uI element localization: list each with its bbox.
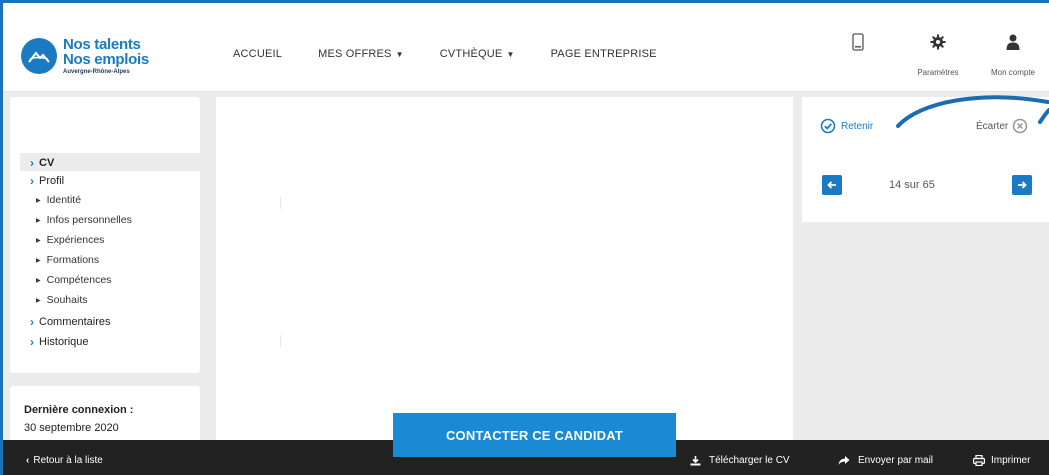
sidebar-sub-experiences[interactable]: ▶ Expériences xyxy=(36,234,104,246)
last-login-date: 30 septembre 2020 xyxy=(24,422,119,434)
back-to-list-link[interactable]: ‹ Retour à la liste xyxy=(26,455,103,466)
sidebar-item-label: Profil xyxy=(39,175,65,187)
logo-line2: Nos emplois xyxy=(63,51,149,68)
chevron-right-icon: › xyxy=(30,315,34,329)
logo-line1: Nos talents xyxy=(63,36,141,53)
send-mail-label: Envoyer par mail xyxy=(858,455,934,466)
nav-accueil[interactable]: ACCUEIL xyxy=(233,48,282,60)
arrow-left-icon xyxy=(827,180,837,190)
mobile-icon[interactable] xyxy=(852,33,866,53)
triangle-right-icon: ▶ xyxy=(36,217,41,224)
chevron-left-icon: ‹ xyxy=(26,455,30,466)
arrow-right-icon xyxy=(1017,180,1027,190)
nav-accueil-label: ACCUEIL xyxy=(233,48,283,60)
logo-region: Auvergne-Rhône-Alpes xyxy=(63,69,130,75)
triangle-right-icon: ▶ xyxy=(36,197,41,204)
nav-cvtheque[interactable]: CVTHÈQUE ▼ xyxy=(440,48,515,60)
chevron-right-icon: › xyxy=(30,174,34,188)
main-nav: ACCUEIL MES OFFRES ▼ CVTHÈQUE ▼ PAGE ENT… xyxy=(233,48,693,60)
logo[interactable]: Nos talents Nos emplois Auvergne-Rhône-A… xyxy=(21,34,149,78)
nav-cvtheque-label: CVTHÈQUE xyxy=(439,48,503,60)
triangle-right-icon: ▶ xyxy=(36,237,41,244)
nav-mes-offres-label: MES OFFRES xyxy=(318,48,392,60)
sidebar-sub-label: Formations xyxy=(46,254,100,266)
download-cv-label: Télécharger le CV xyxy=(709,455,790,466)
nav-mes-offres[interactable]: MES OFFRES ▼ xyxy=(318,48,404,60)
last-login-card xyxy=(10,386,200,446)
contact-candidate-button[interactable]: CONTACTER CE CANDIDAT xyxy=(393,413,676,457)
triangle-right-icon: ▶ xyxy=(36,277,41,284)
settings-label: Paramètres xyxy=(917,68,959,77)
sidebar-item-label: Historique xyxy=(39,336,89,348)
sidebar-sub-label: Expériences xyxy=(46,234,105,246)
retain-label: Retenir xyxy=(841,120,874,132)
gear-icon xyxy=(930,34,946,55)
printer-icon xyxy=(973,455,985,466)
user-icon xyxy=(1006,34,1020,55)
sidebar-sub-label: Compétences xyxy=(46,274,112,286)
triangle-right-icon: ▶ xyxy=(36,257,41,264)
chevron-right-icon: › xyxy=(30,156,34,170)
sidebar-item-label: CV xyxy=(39,157,55,169)
chevron-right-icon: › xyxy=(30,335,34,349)
last-login-title: Dernière connexion : xyxy=(24,404,134,416)
sidebar-sub-formations[interactable]: ▶ Formations xyxy=(36,254,99,266)
sidebar-item-commentaires[interactable]: › Commentaires xyxy=(30,315,111,329)
header: Nos talents Nos emplois Auvergne-Rhône-A… xyxy=(3,14,1049,92)
sidebar-sub-label: Infos personnelles xyxy=(46,214,132,226)
sidebar-sub-label: Souhaits xyxy=(46,294,88,306)
caret-down-icon: ▼ xyxy=(506,49,515,59)
caret-down-icon: ▼ xyxy=(395,49,404,59)
doc-mark xyxy=(280,335,281,347)
check-circle-icon xyxy=(820,118,836,134)
sidebar-sub-infos-personnelles[interactable]: ▶ Infos personnelles xyxy=(36,214,132,226)
sidebar-sub-souhaits[interactable]: ▶ Souhaits xyxy=(36,294,88,306)
sidebar-sub-competences[interactable]: ▶ Compétences xyxy=(36,274,111,286)
triangle-right-icon: ▶ xyxy=(36,297,41,304)
retain-button[interactable]: Retenir xyxy=(820,118,873,134)
sidebar-sub-label: Identité xyxy=(46,194,82,206)
sidebar-item-historique[interactable]: › Historique xyxy=(30,335,89,349)
download-cv-button[interactable]: Télécharger le CV xyxy=(690,455,790,466)
back-to-list-label: Retour à la liste xyxy=(33,455,103,466)
cv-document xyxy=(216,97,793,442)
print-button[interactable]: Imprimer xyxy=(973,455,1030,466)
settings-button[interactable]: Paramètres xyxy=(908,34,968,77)
sidebar-item-label: Commentaires xyxy=(39,316,111,328)
sidebar-item-cv[interactable]: › CV xyxy=(30,156,54,170)
previous-candidate-button[interactable] xyxy=(822,175,842,195)
print-label: Imprimer xyxy=(991,455,1031,466)
next-candidate-button[interactable] xyxy=(1012,175,1032,195)
share-arrow-icon xyxy=(838,455,850,466)
download-icon xyxy=(690,455,701,466)
logo-mountain-icon xyxy=(21,38,57,74)
account-button[interactable]: Mon compte xyxy=(980,34,1046,77)
account-label: Mon compte xyxy=(990,68,1036,77)
nav-page-entreprise-label: PAGE ENTREPRISE xyxy=(550,48,657,60)
doc-mark xyxy=(280,197,281,209)
pager-text: 14 sur 65 xyxy=(889,179,935,191)
curved-arrow-annotation xyxy=(896,95,1049,128)
nav-page-entreprise[interactable]: PAGE ENTREPRISE xyxy=(551,48,657,60)
sidebar-item-profil[interactable]: › Profil xyxy=(30,174,64,188)
send-mail-button[interactable]: Envoyer par mail xyxy=(838,455,933,466)
sidebar-sub-identite[interactable]: ▶ Identité xyxy=(36,194,81,206)
